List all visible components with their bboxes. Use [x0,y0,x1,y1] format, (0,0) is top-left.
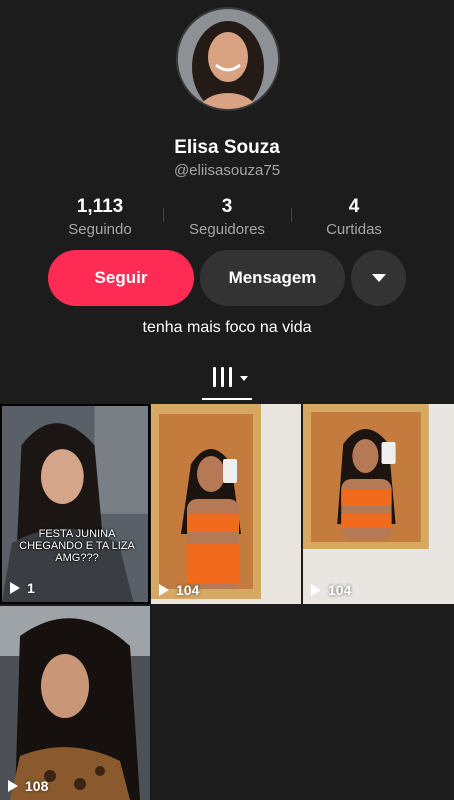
follow-button[interactable]: Seguir [48,250,194,306]
message-button[interactable]: Mensagem [200,250,345,306]
likes-count: 4 [348,196,360,217]
profile-name: Elisa Souza [174,137,280,158]
grid-icon [213,367,232,387]
view-count-value: 104 [176,582,200,598]
video-thumbnail[interactable]: 104 [151,404,301,604]
stat-likes[interactable]: 4 Curtidas [284,196,424,238]
following-label: Seguindo [68,221,132,238]
profile-bio: tenha mais foco na vida [142,319,312,336]
caret-down-icon [371,274,386,282]
play-icon [10,582,20,594]
chevron-down-icon [240,376,248,381]
play-icon [8,780,18,792]
video-thumbnail[interactable]: 108 [0,606,150,800]
profile-avatar[interactable] [176,7,280,111]
followers-label: Seguidores [189,221,265,238]
view-count: 104 [311,582,351,598]
play-icon [311,584,321,596]
video-thumbnail[interactable]: FESTA JUNINA CHEGANDO E TA LIZA AMG??? 1 [0,404,150,604]
profile-stats: 1,113 Seguindo 3 Seguidores 4 Curtidas [0,196,454,240]
tab-videos[interactable] [0,362,454,402]
video-caption: FESTA JUNINA CHEGANDO E TA LIZA AMG??? [19,528,135,564]
likes-label: Curtidas [326,221,382,238]
following-count: 1,113 [76,196,124,217]
tab-active-indicator [202,398,252,400]
view-count-value: 104 [328,582,352,598]
view-count-value: 108 [25,778,49,794]
stat-followers[interactable]: 3 Seguidores [157,196,297,238]
stat-following[interactable]: 1,113 Seguindo [30,196,170,238]
view-count-value: 1 [27,580,35,596]
profile-handle: @eliisasouza75 [173,162,281,179]
view-count: 1 [10,580,35,596]
more-options-button[interactable] [351,250,406,306]
view-count: 108 [8,778,48,794]
view-count: 104 [159,582,199,598]
play-icon [159,584,169,596]
followers-count: 3 [221,196,233,217]
video-thumbnail[interactable]: 104 [303,404,454,604]
